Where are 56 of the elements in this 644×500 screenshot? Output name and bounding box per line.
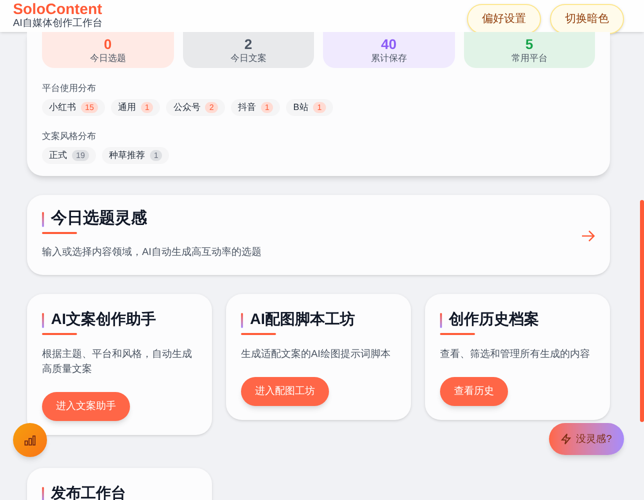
card-description: 生成适配文案的AI绘图提示词脚本: [241, 348, 392, 362]
tag-count: 2: [205, 102, 218, 113]
bar-chart-icon: [24, 434, 36, 446]
stats-float-button[interactable]: [13, 423, 47, 457]
tag-count: 1: [260, 102, 274, 113]
stat-value: 0: [104, 37, 112, 52]
tag-count: 1: [140, 102, 154, 113]
accent-bar: [241, 312, 243, 328]
scrollbar-thumb[interactable]: [640, 200, 644, 422]
card-title: AI配图脚本工坊: [250, 311, 355, 329]
accent-bar: [42, 312, 44, 328]
tag-label: 抖音: [238, 100, 256, 114]
stat-label: 累计保存: [370, 52, 407, 64]
inspiration-float-button[interactable]: 没灵感?: [549, 423, 624, 455]
stat-value: 40: [380, 37, 397, 52]
accent-bar: [440, 312, 442, 328]
stat-label: 常用平台: [511, 52, 548, 64]
title-underline: [42, 232, 77, 234]
tag-label: 种草推荐: [108, 148, 145, 162]
tag-label: 公众号: [173, 100, 200, 114]
app-subtitle: AI自媒体创作工作台: [13, 18, 102, 30]
accent-bar: [42, 212, 44, 226]
title-underline: [440, 333, 475, 335]
card-title: 今日选题灵感: [51, 210, 147, 228]
title-underline: [42, 333, 77, 335]
stat-value: 5: [525, 37, 534, 52]
card-title: 发布工作台: [51, 485, 126, 500]
stat-label: 今日选题: [90, 52, 126, 64]
tag-label: B站: [293, 100, 308, 114]
card-description: 根据主题、平台和风格，自动生成高质量文案: [42, 348, 193, 377]
section-label: 文案风格分布: [42, 130, 97, 142]
app-title: SoloContent: [13, 2, 102, 18]
header-button[interactable]: 切换暗色: [550, 4, 624, 34]
tag-count: 19: [72, 150, 89, 161]
card-button[interactable]: 查看历史: [440, 377, 508, 406]
section-label: 平台使用分布: [42, 82, 97, 94]
title-underline: [241, 333, 276, 335]
card-button[interactable]: 进入文案助手: [42, 392, 130, 421]
arrow-right-icon[interactable]: [581, 230, 595, 242]
card-title: AI文案创作助手: [51, 311, 156, 329]
stat-value: 2: [244, 37, 252, 52]
tag-label: 小红书: [49, 100, 76, 114]
tag-label: 通用: [118, 100, 136, 114]
card-button[interactable]: 进入配图工坊: [241, 377, 329, 406]
tag-count: 1: [313, 102, 326, 113]
card-description: 查看、筛选和管理所有生成的内容: [440, 348, 591, 362]
card-title: 创作历史档案: [449, 311, 539, 329]
card-description: 输入或选择内容领域，AI自动生成高互动率的选题: [42, 246, 262, 260]
tag-count: 1: [150, 150, 162, 161]
lightning-icon: [561, 433, 572, 445]
accent-bar: [42, 486, 44, 500]
tag-count: 15: [81, 102, 98, 113]
tag-label: 正式: [49, 148, 67, 162]
stat-label: 今日文案: [230, 52, 266, 64]
header-button[interactable]: 偏好设置: [467, 4, 541, 34]
inspiration-card[interactable]: 今日选题灵感 输入或选择内容领域，AI自动生成高互动率的选题: [27, 195, 610, 275]
